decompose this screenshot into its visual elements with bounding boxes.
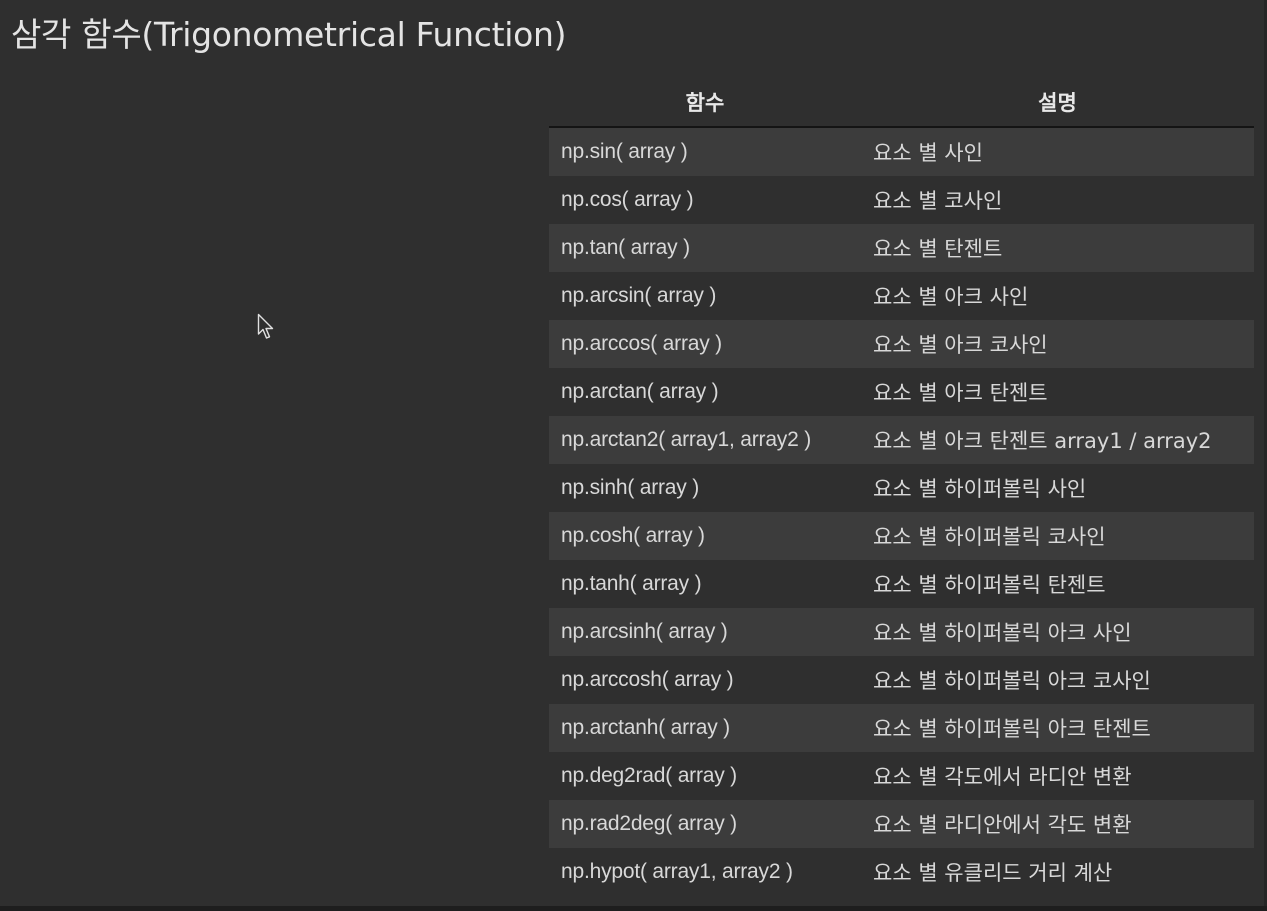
- table-row: np.arccos( array ) 요소 별 아크 코사인: [549, 320, 1254, 368]
- description-cell: 요소 별 하이퍼볼릭 코사인: [861, 512, 1254, 560]
- description-cell: 요소 별 사인: [861, 127, 1254, 176]
- bottom-bar: [0, 906, 1267, 911]
- table-row: np.cosh( array ) 요소 별 하이퍼볼릭 코사인: [549, 512, 1254, 560]
- table-header-row: 함수 설명: [549, 78, 1254, 128]
- description-cell: 요소 별 코사인: [873, 189, 1003, 213]
- function-cell: np.deg2rad( array ): [561, 764, 737, 787]
- function-cell: np.cos( array ): [561, 188, 694, 211]
- table-row: np.rad2deg( array ) 요소 별 라디안에서 각도 변환: [549, 800, 1254, 848]
- table-row: np.sinh( array ) 요소 별 하이퍼볼릭 사인: [549, 464, 1254, 512]
- table-row: np.arcsinh( array ) 요소 별 하이퍼볼릭 아크 사인: [549, 608, 1254, 656]
- page-title: 삼각 함수(Trigonometrical Function): [11, 15, 567, 54]
- description-cell: 요소 별 하이퍼볼릭 아크 사인: [861, 608, 1254, 656]
- function-cell: np.hypot( array1, array2 ): [561, 860, 793, 883]
- table-row: np.tanh( array ) 요소 별 하이퍼볼릭 탄젠트: [549, 560, 1254, 608]
- table-row: np.arcsin( array ) 요소 별 아크 사인: [549, 272, 1254, 320]
- function-cell: np.rad2deg( array ): [549, 800, 861, 848]
- description-cell: 요소 별 아크 사인: [873, 285, 1029, 309]
- description-cell: 요소 별 라디안에서 각도 변환: [861, 800, 1254, 848]
- table-row: np.cos( array ) 요소 별 코사인: [549, 176, 1254, 224]
- function-cell: np.tan( array ): [549, 224, 861, 272]
- table-row: np.sin( array ) 요소 별 사인: [549, 127, 1254, 176]
- description-cell: 요소 별 하이퍼볼릭 사인: [873, 477, 1087, 501]
- function-cell: np.arccosh( array ): [561, 668, 734, 691]
- description-cell: 요소 별 각도에서 라디안 변환: [873, 765, 1132, 789]
- description-cell: 요소 별 하이퍼볼릭 탄젠트: [873, 573, 1106, 597]
- mouse-pointer-icon: [257, 313, 274, 339]
- table-row: np.arctan( array ) 요소 별 아크 탄젠트: [549, 368, 1254, 416]
- description-cell: 요소 별 탄젠트: [861, 224, 1254, 272]
- header-description: 설명: [861, 78, 1254, 128]
- description-cell: 요소 별 아크 탄젠트 array1 / array2: [861, 416, 1254, 464]
- table-row: np.arctanh( array ) 요소 별 하이퍼볼릭 아크 탄젠트: [549, 704, 1254, 752]
- function-cell: np.arcsin( array ): [561, 284, 717, 307]
- function-cell: np.arctan( array ): [561, 380, 719, 403]
- function-cell: np.sin( array ): [549, 127, 861, 176]
- function-cell: np.tanh( array ): [561, 572, 702, 595]
- function-cell: np.arccos( array ): [549, 320, 861, 368]
- description-cell: 요소 별 하이퍼볼릭 아크 코사인: [873, 669, 1151, 693]
- description-cell: 요소 별 하이퍼볼릭 아크 탄젠트: [861, 704, 1254, 752]
- functions-table: 함수 설명 np.sin( array ) 요소 별 사인 np.cos( arr…: [549, 78, 1254, 896]
- table-row: np.tan( array ) 요소 별 탄젠트: [549, 224, 1254, 272]
- description-cell: 요소 별 아크 코사인: [861, 320, 1254, 368]
- function-cell: np.arcsinh( array ): [549, 608, 861, 656]
- description-cell: 요소 별 아크 탄젠트: [873, 381, 1048, 405]
- function-cell: np.arctan2( array1, array2 ): [549, 416, 861, 464]
- table-row: np.hypot( array1, array2 ) 요소 별 유클리드 거리 계…: [549, 848, 1254, 896]
- table-row: np.arccosh( array ) 요소 별 하이퍼볼릭 아크 코사인: [549, 656, 1254, 704]
- function-cell: np.cosh( array ): [549, 512, 861, 560]
- table-row: np.deg2rad( array ) 요소 별 각도에서 라디안 변환: [549, 752, 1254, 800]
- header-function: 함수: [549, 78, 861, 128]
- function-cell: np.arctanh( array ): [549, 704, 861, 752]
- functions-table-container: 함수 설명 np.sin( array ) 요소 별 사인 np.cos( arr…: [549, 78, 1254, 896]
- table-row: np.arctan2( array1, array2 ) 요소 별 아크 탄젠트 …: [549, 416, 1254, 464]
- function-cell: np.sinh( array ): [561, 476, 700, 499]
- description-cell: 요소 별 유클리드 거리 계산: [873, 861, 1113, 885]
